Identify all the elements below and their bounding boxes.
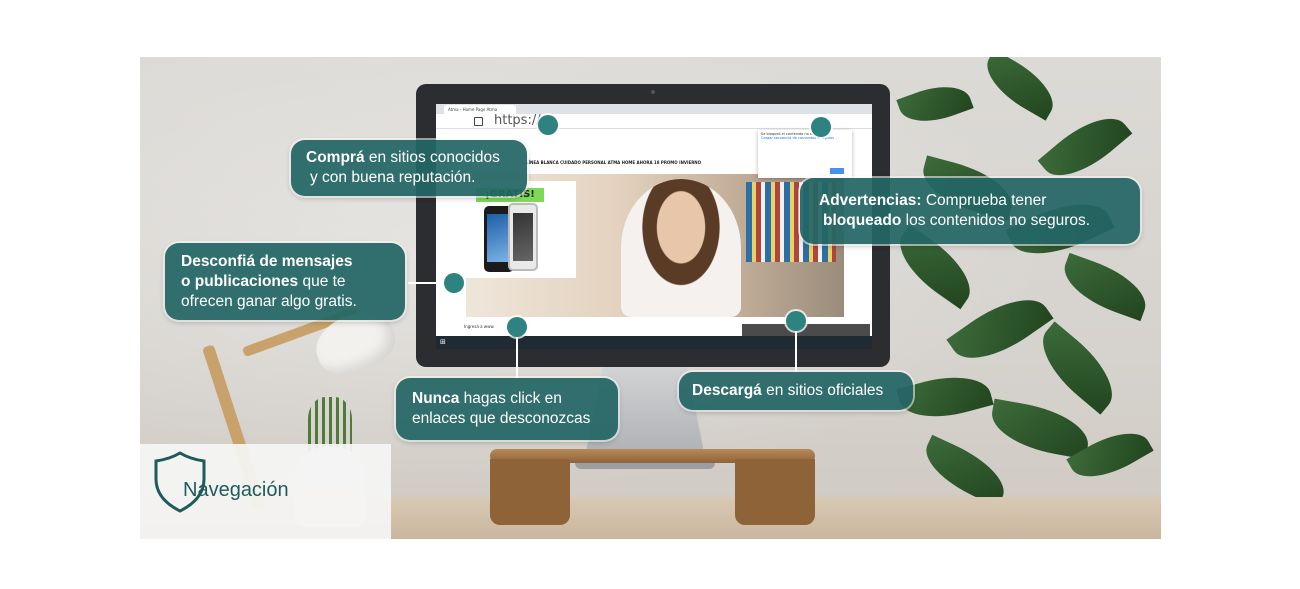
- callout-desconfia-line2: que te: [298, 273, 346, 290]
- phone-image-2: [508, 203, 538, 271]
- address-bar[interactable]: https://: [436, 114, 872, 129]
- woman-photo: [621, 179, 741, 317]
- popup-done-button[interactable]: [830, 168, 844, 174]
- callout-compra-line2: y con buena reputación.: [310, 169, 476, 186]
- webcam: [651, 90, 655, 94]
- site-nav[interactable]: LÍNEA BLANCA CUIDADO PERSONAL ATMA HOME …: [526, 160, 701, 165]
- badge-title: Navegación: [183, 479, 289, 501]
- callout-desconfia-bold2: o publicaciones: [181, 273, 299, 290]
- callout-desconfia-line3: ofrecen ganar algo gratis.: [181, 293, 357, 310]
- hotspot-warning[interactable]: [811, 117, 831, 137]
- windows-icon[interactable]: ⊞: [440, 339, 446, 346]
- url-text: https://: [494, 113, 541, 128]
- hotspot-download[interactable]: [786, 311, 806, 331]
- callout-descarga-bold: Descargá: [692, 382, 762, 399]
- wooden-riser: [490, 449, 815, 527]
- hotspot-link[interactable]: [507, 317, 527, 337]
- callout-nunca: Nunca hagas click en enlaces que descono…: [396, 378, 618, 440]
- callout-desconfia: Desconfiá de mensajes o publicaciones qu…: [165, 243, 405, 320]
- callout-advertencias: Advertencias: Comprueba tener bloqueado …: [800, 178, 1140, 244]
- connector-line: [516, 336, 518, 378]
- callout-advertencias-line1: Comprueba tener: [921, 192, 1047, 209]
- callout-compra-line1: en sitios conocidos: [364, 149, 500, 166]
- callout-desconfia-bold1: Desconfiá de mensajes: [181, 253, 353, 270]
- plant: [860, 57, 1161, 508]
- callout-descarga: Descargá en sitios oficiales: [679, 372, 913, 410]
- callout-advertencias-line2: los contenidos no seguros.: [901, 212, 1091, 229]
- callout-compra-bold: Comprá: [306, 149, 365, 166]
- callout-advertencias-bold: Advertencias:: [819, 192, 922, 209]
- connector-line: [820, 136, 822, 178]
- callout-nunca-line2: enlaces que desconozcas: [412, 410, 591, 427]
- callout-nunca-bold: Nunca: [412, 390, 460, 407]
- connector-line: [795, 330, 797, 374]
- lock-icon: [474, 117, 483, 126]
- taskbar: ⊞: [436, 336, 872, 349]
- callout-descarga-line1: en sitios oficiales: [761, 382, 884, 399]
- callout-compra: Comprá en sitios conocidos y con buena r…: [291, 140, 527, 196]
- hotspot-ad[interactable]: [444, 273, 464, 293]
- hotspot-url[interactable]: [538, 115, 558, 135]
- navigation-badge: Navegación: [140, 444, 391, 539]
- footer-link[interactable]: Ingresá a www.: [464, 324, 495, 329]
- callout-nunca-line1: hagas click en: [459, 390, 562, 407]
- callout-advertencias-bold2: bloqueado: [823, 212, 902, 229]
- insecure-content-popup: Se bloqueó el contenido no seguro Cargar…: [758, 130, 852, 178]
- connector-line: [408, 282, 444, 284]
